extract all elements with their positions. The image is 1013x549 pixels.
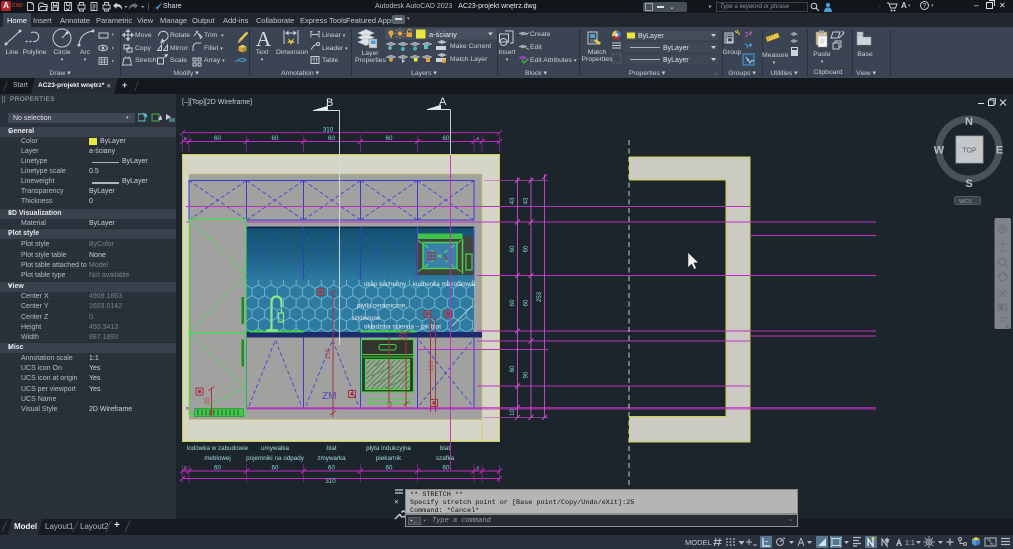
svg-text:5: 5 bbox=[477, 136, 480, 141]
svg-text:zmywarka: zmywarka bbox=[317, 455, 346, 462]
svg-text:szafka: szafka bbox=[436, 455, 455, 462]
svg-text:60: 60 bbox=[524, 245, 530, 252]
svg-text:310: 310 bbox=[323, 127, 334, 134]
svg-text:310: 310 bbox=[325, 478, 336, 485]
svg-text:TOP: TOP bbox=[962, 148, 977, 155]
svg-text:60: 60 bbox=[214, 135, 221, 142]
svg-text:płyta indukcyjna: płyta indukcyjna bbox=[366, 445, 411, 452]
svg-text:okładzina ścienna – jak blat: okładzina ścienna – jak blat bbox=[364, 324, 441, 331]
svg-text:25: 25 bbox=[204, 397, 211, 405]
svg-text:60: 60 bbox=[386, 465, 393, 472]
svg-text:60: 60 bbox=[328, 465, 335, 472]
svg-text:umywalka: umywalka bbox=[261, 445, 289, 452]
svg-text:60: 60 bbox=[328, 135, 335, 142]
svg-text:60: 60 bbox=[443, 465, 450, 472]
svg-text:szkliwione: szkliwione bbox=[352, 315, 381, 322]
svg-text:60: 60 bbox=[272, 135, 279, 142]
svg-text:ByLayer: ByLayer bbox=[663, 57, 689, 64]
svg-text:E: E bbox=[996, 145, 1003, 157]
svg-text:lodówka w zabudowie: lodówka w zabudowie bbox=[187, 445, 249, 452]
svg-text:W: W bbox=[934, 145, 945, 157]
svg-text:N: N bbox=[965, 116, 973, 128]
svg-text:90: 90 bbox=[524, 371, 530, 378]
svg-text:110: 110 bbox=[428, 360, 435, 371]
svg-text:S: S bbox=[965, 178, 972, 190]
svg-text:135: 135 bbox=[325, 348, 332, 359]
svg-text:60: 60 bbox=[510, 245, 516, 252]
svg-text:5: 5 bbox=[477, 466, 480, 471]
svg-text:60: 60 bbox=[386, 135, 393, 142]
svg-text:blat: blat bbox=[440, 445, 450, 452]
svg-text:1:1: 1:1 bbox=[905, 540, 915, 547]
svg-text:170: 170 bbox=[399, 330, 406, 341]
svg-text:60: 60 bbox=[524, 299, 530, 306]
svg-text:pojemniki na odpady: pojemniki na odpady bbox=[246, 455, 305, 462]
svg-text:60: 60 bbox=[272, 465, 279, 472]
svg-text:60: 60 bbox=[510, 299, 516, 306]
svg-text:ByLayer: ByLayer bbox=[638, 33, 664, 40]
svg-text:meblowej: meblowej bbox=[204, 455, 231, 462]
svg-text:43: 43 bbox=[510, 197, 516, 204]
svg-text:253: 253 bbox=[537, 291, 543, 302]
svg-text:A: A bbox=[256, 27, 272, 51]
svg-text:[–][Top][2D Wireframe]: [–][Top][2D Wireframe] bbox=[182, 99, 252, 106]
svg-text:5: 5 bbox=[184, 466, 187, 471]
svg-text:10: 10 bbox=[510, 409, 516, 416]
svg-text:piekarnik: piekarnik bbox=[376, 455, 402, 462]
svg-text:ZM: ZM bbox=[322, 391, 336, 402]
svg-text:60: 60 bbox=[443, 135, 450, 142]
svg-text:a-ściany: a-ściany bbox=[429, 30, 457, 39]
svg-text:okap kuchenny: okap kuchenny bbox=[364, 281, 407, 288]
svg-text:WCS: WCS bbox=[959, 199, 972, 205]
svg-text:5: 5 bbox=[184, 136, 187, 141]
svg-text:80: 80 bbox=[510, 365, 516, 372]
svg-text:płytki ceramiczne,: płytki ceramiczne, bbox=[357, 303, 407, 310]
svg-text:60: 60 bbox=[214, 465, 221, 472]
svg-text:ByLayer: ByLayer bbox=[663, 45, 689, 52]
svg-text:blat: blat bbox=[326, 445, 336, 452]
svg-text:kuchenka mikrofalowa: kuchenka mikrofalowa bbox=[413, 281, 476, 288]
svg-text:40: 40 bbox=[387, 401, 394, 409]
svg-text:43: 43 bbox=[524, 197, 530, 204]
